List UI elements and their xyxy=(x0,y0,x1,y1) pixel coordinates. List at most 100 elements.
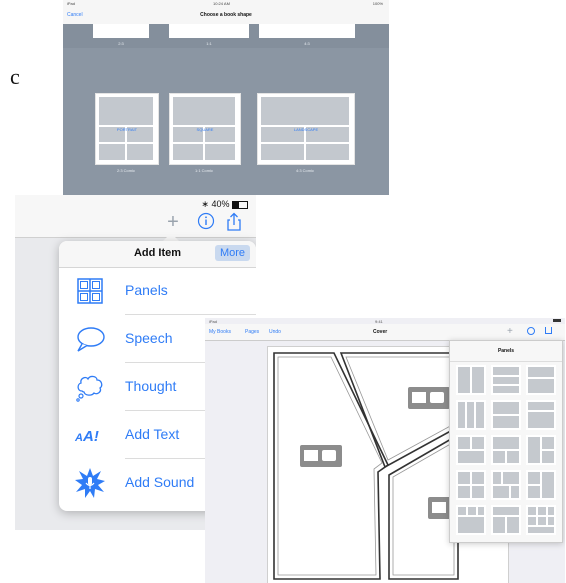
panel-layout-option[interactable] xyxy=(491,365,521,395)
panel-cell xyxy=(528,527,554,533)
panel-cell xyxy=(261,144,304,160)
panel-cell xyxy=(493,402,519,414)
menu-item-label: Thought xyxy=(125,378,177,394)
battery-percent: 40% xyxy=(211,199,230,209)
ratio-row: 2:3 1:1 4:3 xyxy=(63,24,389,48)
panel-cell xyxy=(458,402,465,428)
panel-cell xyxy=(528,402,554,410)
shape-caption: 2:3 Comic xyxy=(116,168,135,173)
status-time: 10:24 AM xyxy=(213,1,230,6)
camera-icon xyxy=(430,392,444,403)
share-icon[interactable] xyxy=(545,327,552,334)
panel-cell xyxy=(478,507,484,515)
thought-bubble-icon xyxy=(74,371,106,403)
shape-caption: 4:3 Comic xyxy=(295,168,314,173)
photo-icon xyxy=(432,502,446,513)
panel-cell xyxy=(548,517,554,525)
info-icon[interactable] xyxy=(527,327,535,335)
menu-item-panels[interactable]: Panels xyxy=(59,267,256,315)
ratio-preview-2-3[interactable] xyxy=(93,24,149,38)
panel-cell xyxy=(493,416,519,428)
menu-item-label: Panels xyxy=(125,282,168,298)
panel-cell xyxy=(528,507,536,515)
text-aa-icon: A A! xyxy=(74,419,106,451)
panel-cell xyxy=(538,507,546,515)
more-button[interactable]: More xyxy=(214,245,250,261)
panel-cell xyxy=(458,486,470,498)
panel-layout-option[interactable] xyxy=(526,435,556,465)
panel-layout-option[interactable] xyxy=(491,435,521,465)
shape-card-landscape[interactable]: LANDSCAPE xyxy=(257,93,355,165)
svg-text:A!: A! xyxy=(82,428,99,445)
panel-cell xyxy=(261,97,349,125)
status-carrier: iPad xyxy=(67,1,76,6)
panel-cell xyxy=(528,412,554,428)
svg-text:A: A xyxy=(74,432,83,444)
share-icon[interactable] xyxy=(224,212,244,232)
panel-layout-option[interactable] xyxy=(456,505,486,535)
panel-cell xyxy=(458,517,484,533)
bluetooth-icon: ∗ xyxy=(201,199,209,209)
status-battery: 100% xyxy=(372,1,383,6)
panel-cell xyxy=(472,486,484,498)
menu-item-label: Add Sound xyxy=(125,474,195,490)
panel-cell xyxy=(528,517,536,525)
panel-cell xyxy=(493,437,519,449)
panel-layout-option[interactable] xyxy=(456,435,486,465)
popover-title: Panels xyxy=(450,341,562,362)
panel-cell xyxy=(173,144,203,160)
panel-cell xyxy=(542,437,554,449)
shape-label: SQUARE xyxy=(196,127,214,132)
nav-link-my-books[interactable]: My Books xyxy=(209,329,231,335)
panel-cell xyxy=(458,367,470,393)
battery-icon xyxy=(553,319,561,322)
panel-cell xyxy=(528,367,554,377)
panel-layout-option[interactable] xyxy=(526,365,556,395)
panel-cell xyxy=(458,451,484,463)
panel-cell xyxy=(507,451,519,463)
panel-cell xyxy=(528,472,540,484)
panel-layout-option[interactable] xyxy=(526,470,556,500)
stray-letter-c: c xyxy=(10,64,20,89)
panel-cell xyxy=(503,472,519,484)
panel-cell xyxy=(542,472,554,498)
panel-cell xyxy=(458,472,470,484)
panel-cell xyxy=(99,97,153,125)
nav-bar: My Books Pages Undo Cover + xyxy=(205,324,565,341)
panel-cell xyxy=(472,472,484,484)
panel-layout-option[interactable] xyxy=(491,470,521,500)
info-icon[interactable] xyxy=(196,212,216,232)
battery-icon xyxy=(232,200,248,209)
ratio-preview-1-1[interactable] xyxy=(169,24,249,38)
panel-cell xyxy=(538,517,546,525)
ratio-preview-4-3[interactable] xyxy=(259,24,355,38)
panel-cell xyxy=(548,507,554,515)
nav-link-pages[interactable]: Pages xyxy=(245,329,259,335)
panel-cell xyxy=(458,507,466,515)
undo-button[interactable]: Undo xyxy=(269,329,281,335)
shape-card-square[interactable]: SQUARE xyxy=(169,93,241,165)
ratio-caption: 4:3 xyxy=(304,41,310,46)
book-shape-screen: iPad 10:24 AM 100% Cancel Choose a book … xyxy=(63,0,389,195)
panel-layout-option[interactable] xyxy=(491,505,521,535)
panel-cell xyxy=(507,517,519,533)
panel-layout-option[interactable] xyxy=(456,470,486,500)
panel-layout-option[interactable] xyxy=(526,400,556,430)
panels-popover: Panels xyxy=(449,340,563,543)
shape-card-portrait[interactable]: PORTRAIT xyxy=(95,93,159,165)
image-placeholder[interactable] xyxy=(300,445,342,467)
panel-layout-option[interactable] xyxy=(456,400,486,430)
panel-cell xyxy=(493,451,505,463)
panel-cell xyxy=(468,507,476,515)
toolbar: ∗ 40% + xyxy=(15,195,256,238)
panel-layout-option[interactable] xyxy=(491,400,521,430)
panel-cell xyxy=(493,377,519,384)
panel-cell xyxy=(511,486,519,498)
plus-icon[interactable]: + xyxy=(163,212,183,232)
image-placeholder[interactable] xyxy=(408,387,450,409)
plus-icon[interactable]: + xyxy=(507,326,513,337)
panel-layout-option[interactable] xyxy=(526,505,556,535)
panels-icon xyxy=(74,275,106,307)
page-title: Cover xyxy=(373,329,388,335)
panel-layout-option[interactable] xyxy=(456,365,486,395)
